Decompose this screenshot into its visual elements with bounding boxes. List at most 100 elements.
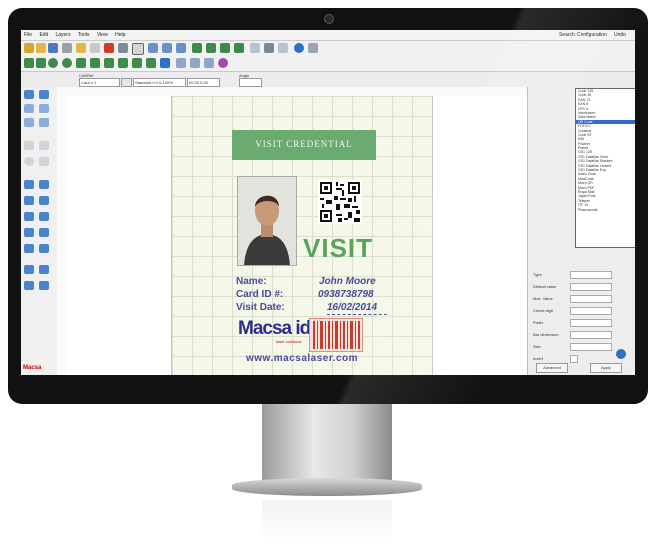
group-icon[interactable] (160, 58, 170, 68)
select-tool-icon[interactable] (24, 90, 34, 99)
layers-icon[interactable] (264, 43, 274, 53)
cursor-icon[interactable] (90, 43, 100, 53)
visit-label[interactable]: VISIT (303, 233, 373, 264)
website-url[interactable]: www.macsalaser.com (246, 353, 358, 364)
position-field[interactable]: Standard 0.0 #-100% (133, 78, 186, 87)
ellipse-tool-icon[interactable] (24, 157, 34, 166)
rotate-right-icon[interactable] (62, 58, 72, 68)
menu-undo[interactable]: Undo (614, 32, 626, 38)
menu-help[interactable]: Help (115, 32, 125, 38)
invert-checkbox[interactable] (570, 355, 578, 363)
default-value-field[interactable] (570, 283, 612, 291)
type-field[interactable] (570, 271, 612, 279)
align-right-icon[interactable] (132, 58, 142, 68)
size-field-panel[interactable] (570, 343, 612, 351)
menu-tools[interactable]: Tools (78, 32, 90, 38)
design-canvas[interactable]: VISIT CREDENTIAL VISIT Name: John Moore … (66, 96, 527, 375)
print-icon[interactable] (62, 43, 72, 53)
save-icon[interactable] (48, 43, 58, 53)
curve-tool-icon[interactable] (39, 265, 49, 274)
menu-configuration[interactable]: Configuration (577, 32, 607, 38)
max-value-field[interactable] (570, 295, 612, 303)
label-page[interactable]: VISIT CREDENTIAL VISIT Name: John Moore … (171, 96, 433, 375)
chart-icon[interactable] (190, 58, 200, 68)
rectangle-tool-icon[interactable] (39, 141, 49, 150)
help-icon[interactable] (294, 43, 304, 53)
barcode-type-dropdown[interactable]: Code 128 Code 39 EAN 13 EAN 8 UPC A Inte… (575, 88, 635, 248)
flip-horizontal-icon[interactable] (76, 58, 86, 68)
path-tool-icon[interactable] (39, 281, 49, 290)
help-circle-icon[interactable] (616, 349, 626, 359)
size-field[interactable]: 00.00 0.00 (187, 78, 220, 87)
polygon-tool-icon[interactable] (39, 157, 49, 166)
card-id-label[interactable]: Card ID #: (236, 289, 283, 300)
logo-tool-icon[interactable] (39, 244, 49, 253)
company-logo[interactable]: Macsa id (238, 318, 311, 340)
distribute-icon[interactable] (146, 58, 156, 68)
database-tool-icon[interactable] (24, 228, 34, 237)
align-center-icon[interactable] (118, 58, 128, 68)
snap-icon[interactable] (36, 58, 46, 68)
grid-tool-icon[interactable] (24, 118, 34, 127)
list-item[interactable]: Pharmacode (576, 208, 635, 212)
angle-field[interactable] (239, 78, 262, 87)
counter-tool-icon[interactable] (39, 196, 49, 205)
rotate-left-icon[interactable] (48, 58, 58, 68)
serial-tool-icon[interactable] (24, 244, 34, 253)
align-icon[interactable] (206, 43, 216, 53)
menu-search[interactable]: Search (559, 32, 575, 38)
prefix-field[interactable] (570, 319, 612, 327)
properties-icon[interactable] (204, 58, 214, 68)
card-id-value[interactable]: 0938738798 (318, 289, 374, 300)
text-tool-icon[interactable] (24, 180, 34, 189)
dropdown-toggle[interactable] (121, 78, 132, 87)
lock-icon[interactable] (308, 43, 318, 53)
grid-icon[interactable] (250, 43, 260, 53)
name-label[interactable]: Name: (236, 276, 267, 287)
table-tool-icon[interactable] (24, 104, 34, 113)
line-tool-icon[interactable] (24, 141, 34, 150)
image-icon[interactable] (176, 58, 186, 68)
check-digit-field[interactable] (570, 307, 612, 315)
refresh-tool-icon[interactable] (39, 90, 49, 99)
menu-view[interactable]: View (97, 32, 108, 38)
apply-button[interactable]: Apply (590, 363, 622, 373)
variable-tool-icon[interactable] (39, 228, 49, 237)
move-icon[interactable] (192, 43, 202, 53)
font-tool-icon[interactable] (24, 265, 34, 274)
visit-date-label[interactable]: Visit Date: (236, 302, 285, 313)
date-tool-icon[interactable] (24, 212, 34, 221)
visit-date-value[interactable]: 16/02/2014 (327, 302, 377, 313)
name-value[interactable]: John Moore (319, 276, 376, 287)
arrow-icon[interactable] (220, 43, 230, 53)
open-folder-icon[interactable] (36, 43, 46, 53)
menu-edit[interactable]: Edit (39, 32, 48, 38)
copy-icon[interactable] (118, 43, 128, 53)
zoom-in-icon[interactable] (148, 43, 158, 53)
barcode-tool-icon[interactable] (39, 180, 49, 189)
arrow-up-icon[interactable] (234, 43, 244, 53)
card-header[interactable]: VISIT CREDENTIAL (232, 130, 376, 160)
cut-icon[interactable] (104, 43, 114, 53)
zoom-fit-icon[interactable] (176, 43, 186, 53)
arc-tool-icon[interactable] (24, 281, 34, 290)
text-box-tool-icon[interactable] (39, 118, 49, 127)
image-tool-icon[interactable] (24, 196, 34, 205)
color-icon[interactable] (218, 58, 228, 68)
hand-icon[interactable] (76, 43, 86, 53)
visitor-photo[interactable] (237, 176, 297, 266)
qr-code[interactable] (318, 180, 362, 224)
flip-vertical-icon[interactable] (90, 58, 100, 68)
zoom-out-icon[interactable] (162, 43, 172, 53)
menu-file[interactable]: File (24, 32, 32, 38)
barcode[interactable] (309, 318, 363, 352)
grid-select-icon[interactable] (24, 58, 34, 68)
name-field[interactable]: Cara 4 1 (79, 78, 120, 87)
list-tool-icon[interactable] (39, 104, 49, 113)
database-icon[interactable] (278, 43, 288, 53)
new-file-icon[interactable] (24, 43, 34, 53)
bar-dimension-field[interactable] (570, 331, 612, 339)
align-left-icon[interactable] (104, 58, 114, 68)
menu-layers[interactable]: Layers (55, 32, 70, 38)
shift-tool-icon[interactable] (39, 212, 49, 221)
